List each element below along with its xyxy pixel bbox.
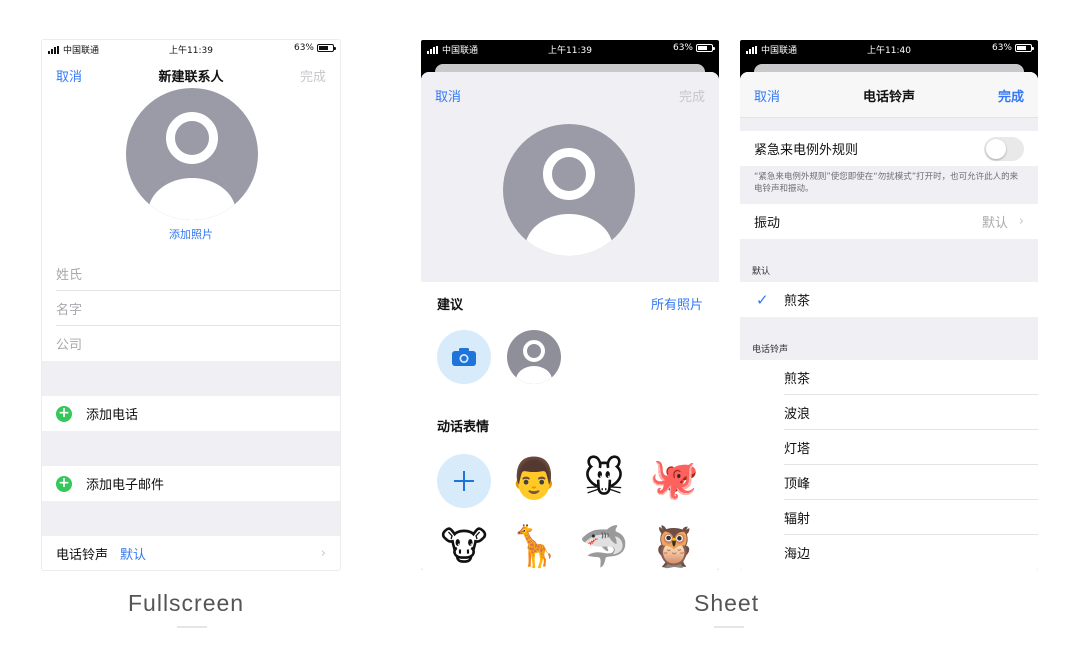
done-button[interactable]: 完成 [679,86,705,105]
nav-bar: 取消 新建联系人 完成 [42,66,340,90]
sheet-caption: Sheet [694,590,760,616]
chevron-right-icon: › [320,546,326,561]
ringtone-label: 电话铃声 [56,548,109,563]
battery-percent: 63% [991,43,1012,53]
vibration-value: 默认 [981,216,1008,231]
ringtone-row[interactable]: 电话铃声 默认 › [42,536,340,570]
ringtone-item[interactable]: 波浪 [740,395,1038,430]
status-bar: 中国联通 上午11:39 63% [42,40,340,56]
emergency-bypass-note: “紧急来电例外规则”使您即使在“勿扰模式”打开时，也可允许此人的来电铃声和振动。 [754,172,1019,194]
avatar-head [166,112,218,164]
default-section-header: 默认 [752,267,771,277]
avatar-body [525,214,613,256]
octopus-emoji[interactable]: 🐙 [647,456,701,502]
shark-emoji[interactable]: 🦈 [577,524,631,570]
camera-button[interactable] [437,330,491,384]
add-animoji-button[interactable] [437,454,491,508]
caption-underline [714,626,744,628]
battery-percent: 63% [293,43,314,53]
page-title: 新建联系人 [158,70,224,85]
chevron-right-icon: › [1018,214,1024,229]
fullscreen-screen: 中国联通 上午11:39 63% 取消 新建联系人 完成 添加照片 姓氏 名字 … [42,40,340,570]
status-bar: 中国联通 上午11:39 63% [421,40,719,56]
ringtone-sheet: 取消 电话铃声 完成 紧急来电例外规则 “紧急来电例外规则”使您即使在“勿扰模式… [740,72,1038,570]
all-photos-link[interactable]: 所有照片 [651,294,703,313]
cow-emoji[interactable]: 🐮 [437,524,491,570]
add-circle-icon: + [56,475,72,492]
ringtone-item[interactable]: 辐射 [740,500,1038,535]
company-field[interactable]: 公司 [42,326,340,361]
page-title: 电话铃声 [862,90,915,105]
sheet-photo-screen: 中国联通 上午11:39 63% 取消 完成 建议 所有照片 动话表情 👨 🐭 … [421,40,719,570]
contact-avatar[interactable] [126,88,258,220]
vibration-row[interactable]: 振动 默认 › [740,204,1038,239]
caption-underline [177,626,207,628]
photo-sheet: 取消 完成 建议 所有照片 动话表情 👨 🐭 🐙 🐮 🦒 🦈 🦉 [421,72,719,570]
suggested-avatar[interactable] [507,330,561,384]
contact-avatar [503,124,635,256]
nav-bar: 取消 电话铃声 完成 [740,86,1038,110]
avatar-head [543,148,595,200]
owl-emoji[interactable]: 🦉 [647,524,701,570]
ringtone-item[interactable]: 煎茶 [740,360,1038,395]
ringtone-item[interactable]: 海边 [740,535,1038,570]
ringtone-item[interactable]: 灯塔 [740,430,1038,465]
add-phone-row[interactable]: + 添加电话 [42,396,340,431]
selected-ringtone-row[interactable]: ✓ 煎茶 [740,282,1038,317]
ringtone-value: 默认 [120,548,147,563]
mouse-emoji[interactable]: 🐭 [577,456,631,502]
cancel-button[interactable]: 取消 [435,86,461,105]
status-bar: 中国联通 上午11:40 63% [740,40,1038,56]
add-circle-icon: + [56,405,72,422]
ringtones-section-header: 电话铃声 [752,345,789,355]
emergency-bypass-row: 紧急来电例外规则 [740,131,1038,166]
camera-icon [452,348,476,366]
sheet-ringtone-screen: 中国联通 上午11:40 63% 取消 电话铃声 完成 紧急来电例外规则 “紧急… [740,40,1038,570]
battery-icon [1015,44,1034,52]
checkmark-icon: ✓ [756,290,769,309]
battery-icon [317,44,336,52]
emergency-bypass-toggle[interactable] [984,136,1024,161]
add-email-row[interactable]: + 添加电子邮件 [42,466,340,501]
done-button[interactable]: 完成 [300,66,326,85]
battery-icon [696,44,715,52]
man-emoji[interactable]: 👨 [507,456,561,502]
plus-icon [454,471,474,491]
ringtone-item[interactable]: 顶峰 [740,465,1038,500]
done-button[interactable]: 完成 [998,86,1024,105]
animoji-title: 动话表情 [437,420,490,435]
fullscreen-caption: Fullscreen [128,590,245,616]
last-name-field[interactable]: 姓氏 [42,256,340,291]
suggestions-title: 建议 [437,298,464,313]
giraffe-emoji[interactable]: 🦒 [507,524,561,570]
avatar-body [148,178,236,220]
battery-percent: 63% [672,43,693,53]
add-photo-button[interactable]: 添加照片 [42,226,340,242]
first-name-field[interactable]: 名字 [42,291,340,326]
nav-bar: 取消 完成 [421,86,719,110]
